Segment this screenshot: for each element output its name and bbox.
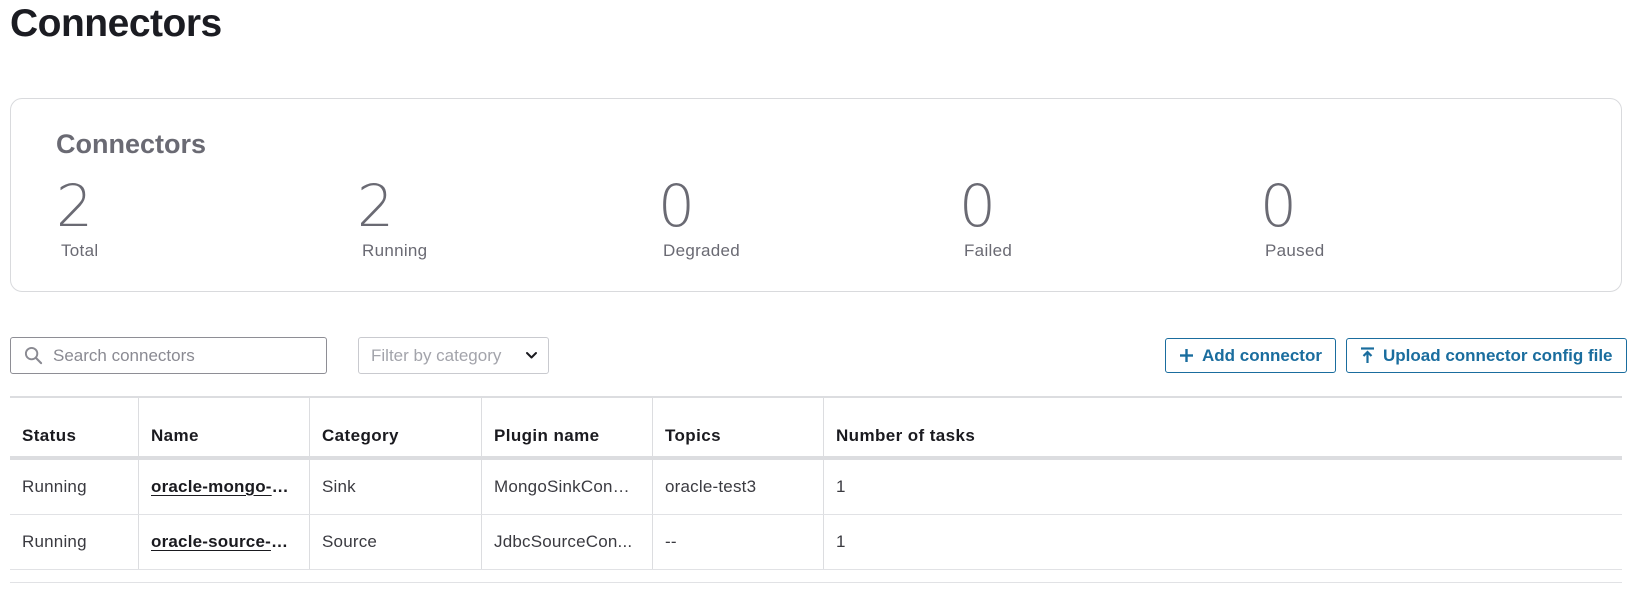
- stat-degraded-value: 0: [658, 172, 695, 240]
- add-connector-label: Add connector: [1202, 345, 1322, 365]
- stat-total-value: 2: [56, 172, 93, 240]
- stat-degraded-label: Degraded: [663, 241, 741, 260]
- column-header-number-of-tasks[interactable]: Number of tasks: [824, 398, 1622, 456]
- column-header-status[interactable]: Status: [10, 398, 139, 456]
- connector-name-link[interactable]: oracle-mongo-si...: [151, 477, 291, 497]
- table-row: Running oracle-source-pr... Source JdbcS…: [10, 515, 1622, 570]
- page-title: Connectors: [10, 2, 222, 45]
- stat-degraded: 0 Degraded: [658, 177, 740, 261]
- cell-topics: --: [653, 515, 824, 569]
- cell-status: Running: [10, 460, 139, 514]
- connectors-summary-card: Connectors 2 Total 2 Running 0 Degraded …: [10, 98, 1622, 292]
- stat-paused: 0 Paused: [1260, 177, 1324, 261]
- stat-failed-value: 0: [959, 172, 996, 240]
- search-input[interactable]: [53, 345, 313, 366]
- summary-title: Connectors: [56, 129, 207, 159]
- stat-running-value: 2: [357, 172, 394, 240]
- plugin-name-text: JdbcSourceCon...: [494, 532, 633, 551]
- table-row: Running oracle-mongo-si... Sink MongoSin…: [10, 460, 1622, 515]
- cell-status: Running: [10, 515, 139, 569]
- table-bottom-divider: [10, 582, 1622, 583]
- stat-failed: 0 Failed: [959, 177, 1012, 261]
- plus-icon: [1180, 349, 1193, 362]
- column-header-category[interactable]: Category: [310, 398, 482, 456]
- stat-running: 2 Running: [357, 177, 427, 261]
- cell-number-of-tasks: 1: [836, 477, 846, 496]
- column-header-plugin-name[interactable]: Plugin name: [482, 398, 653, 456]
- plugin-name-text: MongoSinkConn...: [494, 477, 634, 496]
- stat-paused-value: 0: [1260, 172, 1297, 240]
- add-connector-button[interactable]: Add connector: [1165, 338, 1336, 373]
- upload-config-label: Upload connector config file: [1383, 345, 1613, 365]
- stat-total-label: Total: [61, 241, 99, 260]
- cell-plugin-name: MongoSinkConn...: [482, 460, 653, 514]
- stat-failed-label: Failed: [964, 241, 1013, 260]
- upload-icon: [1361, 347, 1374, 363]
- column-header-name[interactable]: Name: [139, 398, 310, 456]
- cell-category: Sink: [310, 460, 482, 514]
- stat-paused-label: Paused: [1265, 241, 1325, 260]
- cell-category: Source: [310, 515, 482, 569]
- chevron-down-icon: [526, 352, 537, 359]
- connector-name-link[interactable]: oracle-source-pr...: [151, 532, 291, 552]
- cell-name: oracle-mongo-si...: [139, 460, 310, 514]
- cell-name: oracle-source-pr...: [139, 515, 310, 569]
- filter-placeholder: Filter by category: [371, 345, 502, 365]
- upload-config-button[interactable]: Upload connector config file: [1346, 338, 1627, 373]
- search-icon: [24, 346, 43, 365]
- stat-total: 2 Total: [56, 177, 98, 261]
- filter-by-category-select[interactable]: Filter by category: [358, 337, 549, 374]
- table-header-row: Status Name Category Plugin name Topics …: [10, 398, 1622, 460]
- stat-running-label: Running: [362, 241, 428, 260]
- column-header-topics[interactable]: Topics: [653, 398, 824, 456]
- cell-plugin-name: JdbcSourceCon...: [482, 515, 653, 569]
- search-box[interactable]: [10, 337, 327, 374]
- connectors-table: Status Name Category Plugin name Topics …: [10, 396, 1622, 570]
- cell-number-of-tasks: 1: [836, 532, 846, 551]
- cell-topics: oracle-test3: [653, 460, 824, 514]
